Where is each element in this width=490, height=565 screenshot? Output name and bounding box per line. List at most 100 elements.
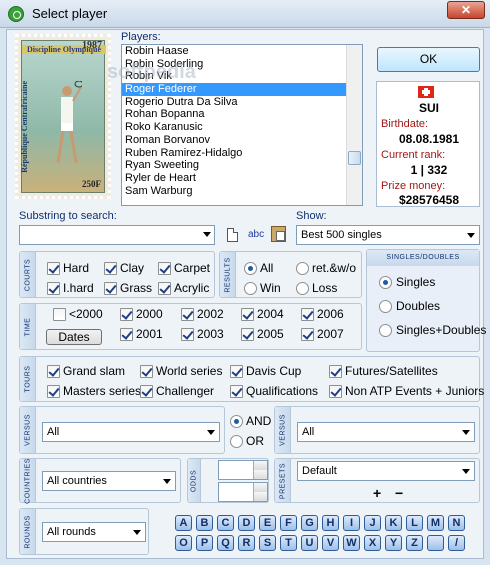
letter-key[interactable]: G [301,515,318,531]
tour-checkbox[interactable] [47,365,60,378]
countries-select[interactable]: All countries [42,471,176,491]
scroll-thumb[interactable] [348,151,361,165]
versus-left-select[interactable]: All [42,422,220,442]
player-list-item[interactable]: Rogerio Dutra Da Silva [122,96,362,109]
letter-key[interactable]: C [217,515,234,531]
court-checkbox-carpet[interactable] [158,262,171,275]
players-scrollbar[interactable] [346,45,362,205]
letter-key[interactable]: I [343,515,360,531]
odds-to-spinner[interactable] [218,482,268,502]
tour-checkbox[interactable] [140,385,153,398]
singles-doubles-label: Singles [396,275,436,289]
presets-select[interactable]: Default [297,461,475,481]
tour-label: World series [156,364,223,378]
letter-key[interactable]: P [196,535,213,551]
player-list-item[interactable]: Rohan Bopanna [122,108,362,121]
year-checkbox[interactable] [301,308,314,321]
year-checkbox[interactable] [120,308,133,321]
player-list-item[interactable]: Sam Warburg [122,185,362,198]
letter-key[interactable]: A [175,515,192,531]
show-select[interactable]: Best 500 singles [296,225,480,245]
birthdate-value: 08.08.1981 [398,132,460,146]
singles-doubles-title: SINGLES/DOUBLES [367,250,479,266]
singles-doubles-radio-2[interactable] [379,324,392,337]
singles-doubles-radio-1[interactable] [379,300,392,313]
court-checkbox-ihard[interactable] [47,282,60,295]
year-checkbox[interactable] [241,308,254,321]
letter-key[interactable]: N [448,515,465,531]
tour-label: Challenger [156,384,215,398]
versus-and-radio[interactable] [230,415,243,428]
show-value: Best 500 singles [301,229,382,241]
player-list-item[interactable]: Ryan Sweeting [122,159,362,172]
letter-key[interactable]: Y [385,535,402,551]
player-list-item[interactable]: Roko Karanusic [122,121,362,134]
spellcheck-icon[interactable]: abc [248,229,264,240]
year-label: 2006 [317,307,344,321]
letter-key[interactable]: Q [217,535,234,551]
letter-key[interactable]: J [364,515,381,531]
letter-key[interactable]: F [280,515,297,531]
player-list-item[interactable]: Robin Haase [122,45,362,58]
odds-from-spinner[interactable] [218,460,268,480]
letter-key[interactable]: X [364,535,381,551]
tour-checkbox[interactable] [47,385,60,398]
letter-key[interactable]: V [322,535,339,551]
letter-key[interactable] [427,535,444,551]
year-checkbox[interactable] [53,308,66,321]
letter-key[interactable]: / [448,535,465,551]
results-radio-0[interactable] [244,262,257,275]
letter-key[interactable]: M [427,515,444,531]
letter-key[interactable]: O [175,535,192,551]
letter-key[interactable]: H [322,515,339,531]
search-dropdown[interactable] [19,225,215,245]
court-checkbox-clay[interactable] [104,262,117,275]
remove-preset-button[interactable]: − [395,485,403,501]
year-checkbox[interactable] [181,308,194,321]
singles-doubles-radio-0[interactable] [379,276,392,289]
letter-key[interactable]: K [385,515,402,531]
player-list-item[interactable]: Roger Federer [122,83,362,96]
versus-right-select[interactable]: All [297,422,475,442]
year-checkbox[interactable] [301,328,314,341]
year-checkbox[interactable] [120,328,133,341]
results-radio-3[interactable] [296,282,309,295]
letter-key[interactable]: L [406,515,423,531]
versus-or-radio[interactable] [230,435,243,448]
court-checkbox-hard[interactable] [47,262,60,275]
letter-key[interactable]: Z [406,535,423,551]
player-list-item[interactable]: Ryler de Heart [122,172,362,185]
player-list-item[interactable]: Roman Borvanov [122,134,362,147]
year-label: 2007 [317,327,344,341]
tour-checkbox[interactable] [230,385,243,398]
court-checkbox-grass[interactable] [104,282,117,295]
year-checkbox[interactable] [241,328,254,341]
letter-key[interactable]: E [259,515,276,531]
clipboard-icon[interactable] [271,226,286,242]
letter-key[interactable]: S [259,535,276,551]
presets-value: Default [302,465,337,477]
letter-key[interactable]: D [238,515,255,531]
close-button[interactable]: ✕ [447,1,485,19]
ok-button[interactable]: OK [377,47,480,72]
time-group: TIME <2000 2000 2002 2004 2006 2001 2003 2005 20… [19,303,362,350]
tour-checkbox[interactable] [230,365,243,378]
results-group: RESULTS All ret.&w/o Win Loss [219,251,362,298]
tour-checkbox[interactable] [329,385,342,398]
results-radio-2[interactable] [244,282,257,295]
letter-key[interactable]: T [280,535,297,551]
tour-checkbox[interactable] [329,365,342,378]
new-document-icon[interactable] [227,228,238,242]
court-checkbox-acrylic[interactable] [158,282,171,295]
add-preset-button[interactable]: + [373,485,381,501]
year-checkbox[interactable] [181,328,194,341]
letter-key[interactable]: U [301,535,318,551]
dates-button[interactable]: Dates [46,329,102,345]
player-list-item[interactable]: Ruben Ramirez-Hidalgo [122,147,362,160]
letter-key[interactable]: R [238,535,255,551]
letter-key[interactable]: B [196,515,213,531]
results-radio-1[interactable] [296,262,309,275]
tour-checkbox[interactable] [140,365,153,378]
letter-key[interactable]: W [343,535,360,551]
rounds-select[interactable]: All rounds [42,522,146,542]
